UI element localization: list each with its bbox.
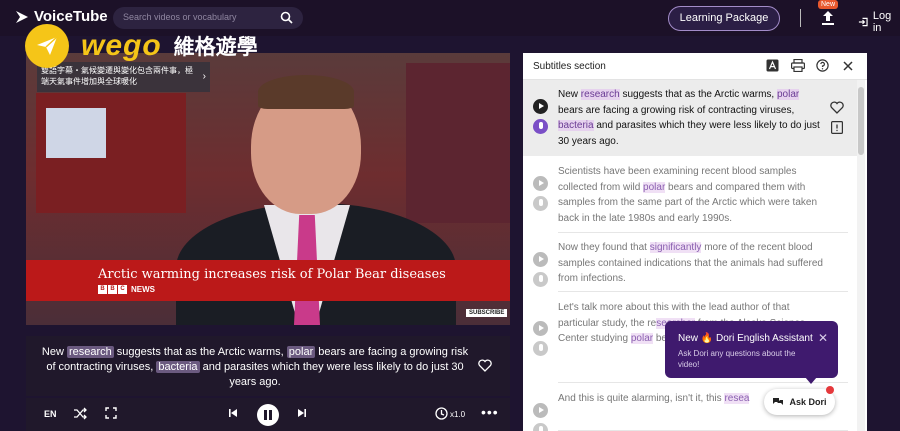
highlighted-word[interactable]: research — [580, 89, 620, 100]
microphone-icon[interactable] — [533, 119, 548, 134]
favorite-heart-icon[interactable] — [830, 101, 844, 119]
previous-sentence-icon[interactable] — [228, 408, 238, 420]
play-sentence-icon[interactable] — [533, 403, 548, 418]
learning-package-button[interactable]: Learning Package — [668, 6, 780, 31]
dori-popup-tail — [805, 377, 817, 384]
heart-icon[interactable] — [478, 359, 492, 377]
player-subtitle-text[interactable]: New research suggests that as the Arctic… — [40, 345, 470, 390]
subtitle-segment: bears are facing a growing risk of contr… — [558, 104, 795, 116]
play-sentence-icon[interactable] — [533, 321, 548, 336]
chat-bubbles-icon — [773, 398, 784, 405]
search-icon[interactable] — [280, 11, 293, 29]
voicetube-logo-icon — [16, 10, 28, 23]
subtitle-scrollbar-thumb[interactable] — [858, 87, 864, 155]
new-badge: New — [818, 0, 839, 9]
subtitle-segment: suggests that as the Arctic warms, — [619, 89, 777, 100]
player-subtitle-bar: New research suggests that as the Arctic… — [26, 336, 510, 396]
notice-text: 雙語字幕・氣候變遷與變化包含兩件事，極端天氣事件增加與全球暖化 — [41, 66, 193, 86]
brand-name: VoiceTube — [34, 8, 108, 25]
highlighted-word[interactable]: resea — [724, 393, 750, 404]
ask-dori-label: Ask Dori — [789, 397, 827, 407]
next-sentence-icon[interactable] — [297, 408, 307, 420]
voicetube-logo[interactable]: VoiceTube — [14, 8, 108, 25]
subtitle-segment: and parasites which they were less likel… — [199, 361, 464, 388]
subtitle-row[interactable]: New research suggests that as the Arctic… — [523, 80, 857, 156]
pause-button[interactable] — [257, 404, 279, 426]
language-toggle[interactable]: EN — [44, 409, 57, 419]
panel-title: Subtitles section — [533, 61, 606, 72]
subtitle-row-text: New research suggests that as the Arctic… — [558, 87, 823, 149]
microphone-icon[interactable] — [533, 196, 548, 211]
print-icon[interactable] — [791, 58, 806, 77]
play-sentence-icon[interactable] — [533, 176, 548, 191]
microphone-icon[interactable] — [533, 272, 548, 287]
subtitle-segment: New — [41, 346, 67, 358]
wego-chinese-text: 維格遊學 — [173, 36, 258, 59]
studio-backdrop-right — [406, 63, 510, 223]
subtitle-segment: ter — [576, 333, 589, 344]
paper-plane-icon — [25, 24, 69, 68]
highlighted-word[interactable]: polar — [630, 333, 654, 344]
bbc-news-logo: BBC NEWS — [98, 285, 155, 294]
highlighted-word[interactable]: bacteria — [156, 361, 200, 373]
play-sentence-icon[interactable] — [533, 99, 548, 114]
microphone-icon[interactable] — [533, 423, 548, 431]
highlighted-word[interactable]: research — [66, 346, 114, 358]
dori-description: Ask Dori any questions about the video! — [678, 349, 796, 369]
microphone-icon[interactable] — [533, 341, 548, 356]
subtitle-segment: studying — [588, 333, 631, 344]
ask-dori-button[interactable]: Ask Dori — [764, 389, 835, 415]
highlighted-word[interactable]: significantly — [649, 242, 702, 253]
subtitle-row-text: Now they found that significantly more o… — [558, 240, 823, 287]
chevron-right-icon: › — [202, 71, 206, 82]
subtitle-segment: suggests that as the Arctic warms, — [113, 346, 287, 358]
subscribe-tag: SUBSCRIBE — [466, 309, 508, 317]
notification-dot — [826, 386, 834, 394]
translate-icon[interactable] — [766, 59, 779, 77]
highlighted-word[interactable]: bacteria — [558, 120, 594, 131]
upload-icon[interactable] — [821, 10, 835, 31]
subtitle-row-text: Scientists have been examining recent bl… — [558, 164, 823, 226]
header-divider — [800, 9, 801, 27]
wego-watermark: wego 維格遊學 — [25, 24, 258, 68]
more-options-icon[interactable]: ••• — [481, 404, 499, 420]
help-icon[interactable] — [816, 59, 829, 77]
search-placeholder: Search videos or vocabulary — [123, 12, 237, 22]
login-icon — [858, 17, 868, 27]
presenter-hair — [258, 75, 354, 109]
subtitles-panel-header: Subtitles section — [523, 53, 867, 80]
speed-icon[interactable] — [435, 407, 448, 422]
highlighted-word[interactable]: polar — [643, 181, 666, 193]
login-button[interactable]: Log in — [858, 10, 900, 34]
dori-assistant-popup: New 🔥 Dori English Assistant Ask Dori an… — [665, 321, 838, 378]
dori-close-icon[interactable]: ✕ — [818, 331, 828, 345]
subtitle-row[interactable]: Now they found that significantly more o… — [523, 233, 857, 292]
studio-screen — [46, 108, 106, 158]
login-label: Log in — [872, 10, 892, 34]
row-divider — [558, 291, 848, 292]
subtitle-segment: And this is quite alarming, isn't it, th… — [558, 393, 725, 404]
note-icon[interactable] — [831, 121, 844, 139]
subtitle-row[interactable]: Scientists have been examining recent bl… — [523, 157, 857, 233]
fullscreen-icon[interactable] — [105, 407, 117, 421]
subtitle-segment: and parasites which they were less likel… — [558, 120, 820, 147]
news-lower-third: Arctic warming increases risk of Polar B… — [26, 260, 510, 301]
dori-title: New 🔥 Dori English Assistant — [678, 333, 813, 344]
video-player[interactable]: 雙語字幕・氣候變遷與變化包含兩件事，極端天氣事件增加與全球暖化 › Arctic… — [26, 53, 510, 325]
close-icon[interactable] — [842, 59, 854, 77]
play-sentence-icon[interactable] — [533, 252, 548, 267]
speed-label[interactable]: x1.0 — [450, 410, 465, 419]
news-headline: Arctic warming increases risk of Polar B… — [98, 267, 446, 282]
highlighted-word[interactable]: polar — [777, 89, 800, 100]
channel-label: NEWS — [131, 285, 155, 294]
subtitle-segment: Now they found that — [558, 242, 650, 253]
highlighted-word[interactable]: polar — [286, 346, 316, 358]
shuffle-icon[interactable] — [73, 407, 87, 422]
subtitle-segment: New — [558, 89, 581, 100]
wego-text: wego — [81, 29, 162, 62]
player-controls: EN x1.0 ••• — [26, 398, 510, 431]
